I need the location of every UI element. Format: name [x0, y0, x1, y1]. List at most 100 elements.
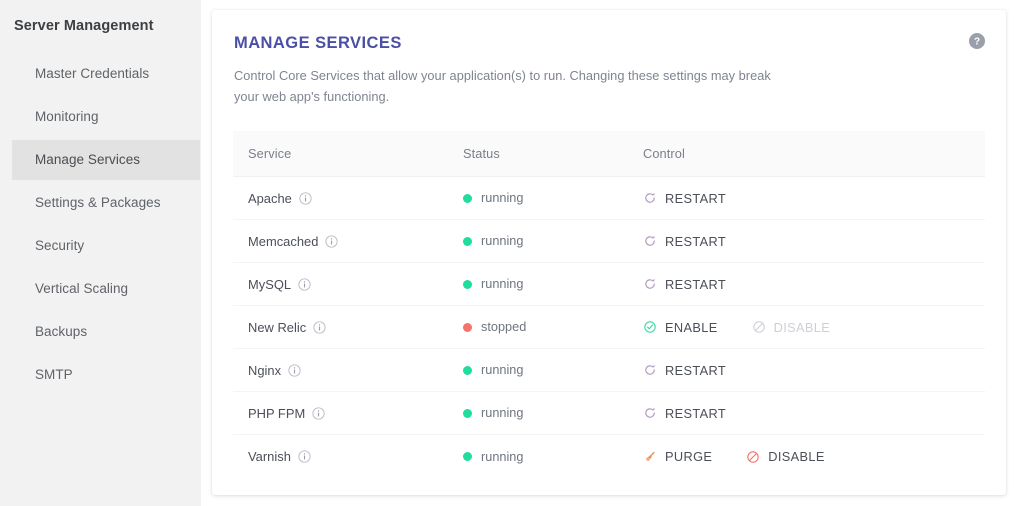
service-name: MySQL	[248, 276, 292, 292]
sidebar-item-security[interactable]: Security	[12, 226, 200, 266]
control-cell: RESTART	[643, 234, 985, 249]
control-cell: ENABLE DISABLE	[643, 320, 985, 335]
sidebar-item-smtp[interactable]: SMTP	[12, 355, 200, 395]
check-circle-icon	[643, 320, 665, 334]
status-cell: running	[463, 277, 643, 291]
disable-button[interactable]: DISABLE	[746, 449, 825, 464]
column-header-service: Service	[248, 146, 292, 161]
service-cell: Apache	[233, 191, 463, 206]
service-cell: MySQL	[233, 277, 463, 292]
restart-button[interactable]: RESTART	[643, 277, 726, 292]
control-label: RESTART	[665, 405, 726, 421]
table-row: New Relic stopped ENABLE DISABLE	[233, 306, 985, 349]
sidebar-item-label: Settings & Packages	[35, 195, 161, 210]
service-cell: New Relic	[233, 320, 463, 335]
sidebar-item-label: Backups	[35, 324, 88, 339]
service-name: Varnish	[248, 449, 291, 464]
table-body: Apache running RESTART Memcached running REST…	[233, 177, 985, 478]
service-cell: Varnish	[233, 449, 463, 464]
control-cell: PURGE DISABLE	[643, 449, 985, 464]
sidebar-item-label: Security	[35, 238, 85, 253]
control-cell: RESTART	[643, 191, 985, 206]
status-cell: running	[463, 406, 643, 420]
table-row: Nginx running RESTART	[233, 349, 985, 392]
control-cell: RESTART	[643, 363, 985, 378]
sidebar-item-label: Monitoring	[35, 109, 99, 124]
help-circle-icon[interactable]: ?	[969, 33, 985, 49]
status-cell: stopped	[463, 320, 643, 334]
service-name: PHP FPM	[248, 405, 306, 421]
sidebar-item-manage-services[interactable]: Manage Services	[12, 140, 200, 180]
control-label: RESTART	[665, 190, 726, 206]
restart-icon	[643, 406, 665, 420]
column-header-control: Control	[643, 146, 685, 161]
restart-icon	[643, 191, 665, 205]
service-cell: Memcached	[233, 234, 463, 249]
control-label: DISABLE	[773, 319, 831, 335]
table-row: Memcached running RESTART	[233, 220, 985, 263]
broom-icon	[643, 450, 665, 464]
service-name: Nginx	[248, 362, 282, 378]
status-label: running	[481, 191, 524, 205]
status-cell: running	[463, 450, 643, 464]
info-icon[interactable]	[299, 191, 312, 205]
status-dot-running	[463, 452, 472, 461]
block-icon	[746, 450, 768, 464]
table-header-row: Service Status Control	[233, 131, 985, 177]
restart-button[interactable]: RESTART	[643, 363, 726, 378]
manage-services-card: MANAGE SERVICES Control Core Services th…	[212, 10, 1006, 495]
svg-text:?: ?	[974, 37, 980, 48]
sidebar: Server Management Master Credentials Moni…	[0, 0, 201, 506]
table-row: MySQL running RESTART	[233, 263, 985, 306]
control-label: RESTART	[665, 276, 726, 292]
info-icon[interactable]	[298, 450, 311, 463]
status-label: running	[481, 449, 524, 464]
service-cell: Nginx	[233, 363, 463, 378]
restart-button[interactable]: RESTART	[643, 191, 726, 206]
info-icon[interactable]	[298, 277, 311, 291]
table-row: Apache running RESTART	[233, 177, 985, 220]
service-name: Memcached	[248, 233, 319, 249]
status-dot-running	[463, 279, 472, 289]
disable-button: DISABLE	[752, 320, 831, 335]
sidebar-nav-list: Master Credentials Monitoring Manage Servi…	[0, 54, 201, 395]
status-cell: running	[463, 363, 643, 377]
status-cell: running	[463, 234, 643, 248]
restart-button[interactable]: RESTART	[643, 406, 726, 421]
restart-button[interactable]: RESTART	[643, 234, 726, 249]
status-dot-running	[463, 365, 472, 375]
sidebar-item-master-credentials[interactable]: Master Credentials	[12, 54, 200, 94]
sidebar-item-label: Manage Services	[35, 152, 141, 167]
sidebar-title: Server Management	[14, 18, 154, 34]
status-label: running	[481, 406, 524, 420]
services-table: Service Status Control Apache running REST…	[233, 131, 985, 478]
sidebar-item-backups[interactable]: Backups	[12, 312, 200, 352]
control-label: DISABLE	[768, 449, 825, 464]
service-cell: PHP FPM	[233, 406, 463, 421]
sidebar-item-label: Vertical Scaling	[35, 281, 129, 296]
sidebar-item-label: SMTP	[35, 367, 73, 382]
block-icon	[752, 320, 774, 334]
table-row: PHP FPM running RESTART	[233, 392, 985, 435]
column-header-status: Status	[463, 146, 500, 161]
info-icon[interactable]	[313, 320, 326, 334]
sidebar-item-monitoring[interactable]: Monitoring	[12, 97, 200, 137]
purge-button[interactable]: PURGE	[643, 449, 712, 464]
enable-button[interactable]: ENABLE	[643, 320, 718, 335]
control-cell: RESTART	[643, 406, 985, 421]
status-label: running	[481, 234, 524, 248]
table-row: Varnish running PURGE DISABLE	[233, 435, 985, 478]
info-icon[interactable]	[288, 363, 301, 377]
info-icon[interactable]	[325, 234, 339, 248]
status-label: running	[481, 277, 524, 291]
restart-icon	[643, 234, 665, 248]
status-dot-running	[463, 408, 472, 418]
control-cell: RESTART	[643, 277, 985, 292]
card-header: MANAGE SERVICES Control Core Services th…	[212, 10, 1006, 107]
sidebar-item-settings-packages[interactable]: Settings & Packages	[12, 183, 200, 223]
control-label: ENABLE	[665, 319, 718, 335]
status-cell: running	[463, 191, 643, 205]
info-icon[interactable]	[312, 406, 325, 420]
sidebar-item-vertical-scaling[interactable]: Vertical Scaling	[12, 269, 200, 309]
page-description: Control Core Services that allow your ap…	[234, 68, 771, 104]
